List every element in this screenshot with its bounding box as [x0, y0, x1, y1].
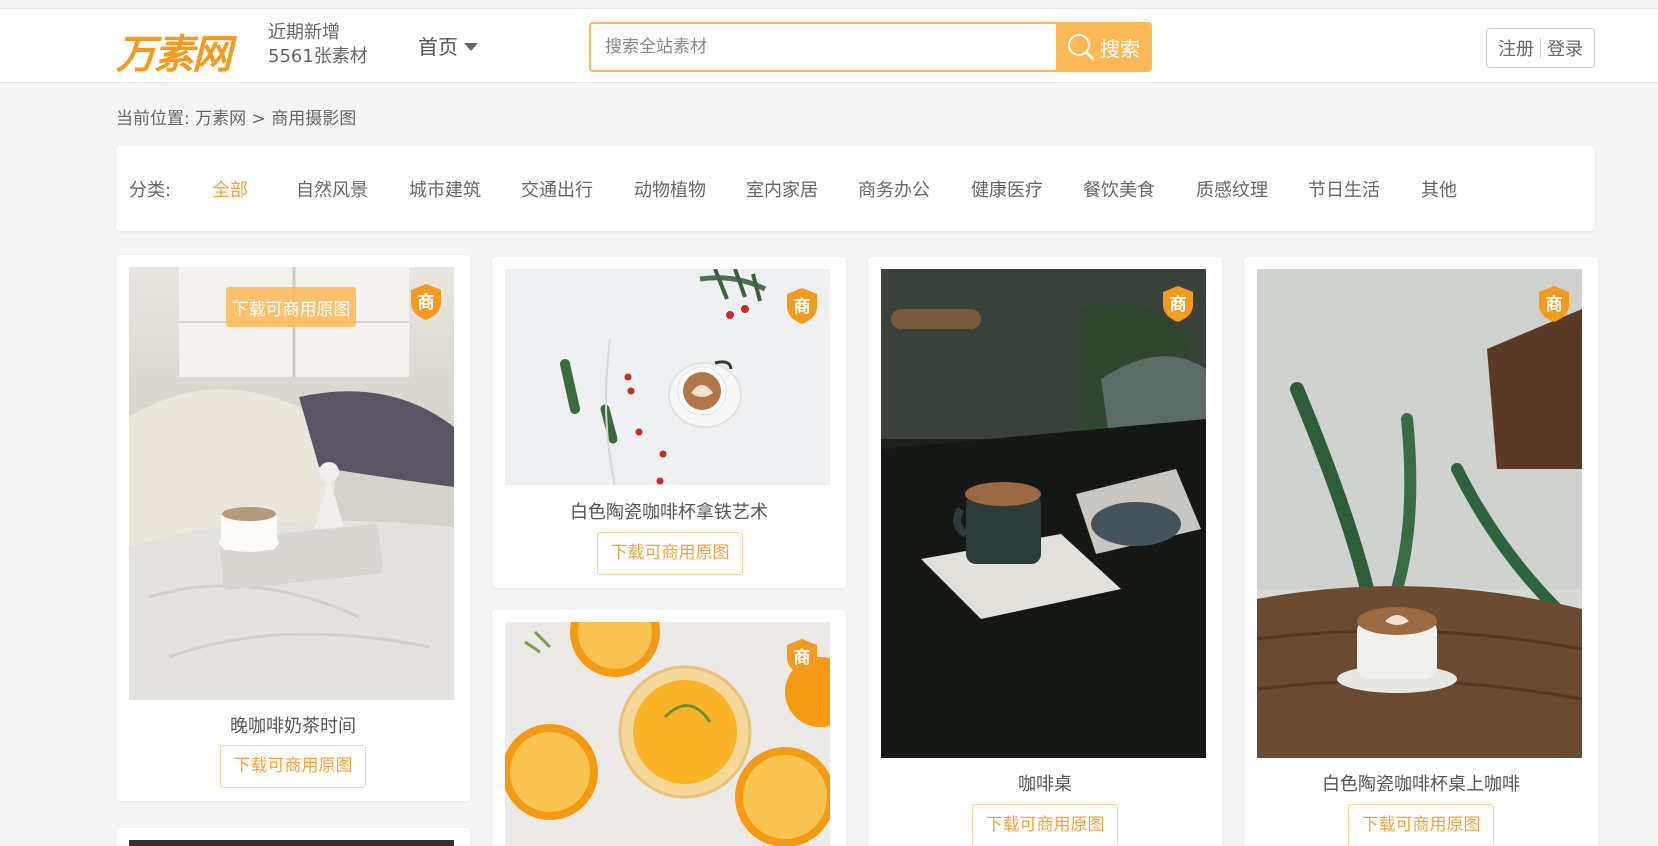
photo-card[interactable]: 商 咖啡桌 下载可商用原图 — [868, 257, 1222, 846]
commercial-badge-icon: 商 — [786, 638, 818, 676]
tagline-line1: 近期新增 — [268, 22, 340, 43]
caret-down-icon — [464, 42, 478, 51]
new-materials-tagline: 近期新增 5561张素材 — [268, 21, 368, 69]
category-transport[interactable]: 交通出行 — [521, 176, 593, 202]
breadcrumb: 当前位置: 万素网 > 商用摄影图 — [116, 104, 356, 129]
search-button[interactable]: 搜索 — [1056, 24, 1150, 70]
site-header: 万素网 近期新增 5561张素材 首页 搜索 注册 登录 — [0, 8, 1658, 83]
breadcrumb-site[interactable]: 万素网 — [195, 109, 246, 129]
photo-oranges[interactable] — [505, 622, 830, 846]
category-festival[interactable]: 节日生活 — [1308, 176, 1380, 202]
category-food[interactable]: 餐饮美食 — [1083, 176, 1155, 202]
category-animals-plants[interactable]: 动物植物 — [634, 176, 706, 202]
commercial-badge-icon: 商 — [410, 283, 442, 321]
photo-title[interactable]: 晚咖啡奶茶时间 — [116, 712, 470, 738]
photo-coffee-wood-table[interactable] — [1257, 269, 1582, 758]
category-texture[interactable]: 质感纹理 — [1196, 176, 1268, 202]
breadcrumb-current: 商用摄影图 — [271, 109, 357, 129]
category-all[interactable]: 全部 — [212, 176, 248, 202]
nav-home-dropdown[interactable]: 首页 — [418, 31, 478, 60]
register-link[interactable]: 注册 — [1498, 35, 1534, 61]
photo-coffee-table[interactable] — [881, 269, 1206, 758]
commercial-badge-icon: 商 — [786, 287, 818, 325]
hover-download-button[interactable]: 下载可商用原图 — [226, 287, 356, 327]
photo-white-coffee-cup[interactable] — [505, 269, 830, 485]
category-city[interactable]: 城市建筑 — [409, 176, 481, 202]
breadcrumb-sep: > — [251, 109, 266, 129]
search-icon — [1068, 34, 1095, 61]
photo-title[interactable]: 咖啡桌 — [868, 770, 1222, 796]
photo-card[interactable]: 商 白色陶瓷咖啡杯桌上咖啡 下载可商用原图 — [1244, 257, 1598, 846]
nav-home-label: 首页 — [418, 35, 458, 59]
badge-text: 商 — [794, 296, 811, 317]
login-link[interactable]: 登录 — [1547, 35, 1583, 61]
top-strip — [0, 0, 1658, 8]
photo-bed-coffee[interactable] — [129, 267, 454, 700]
site-logo[interactable]: 万素网 — [116, 22, 232, 80]
photo-card[interactable] — [116, 828, 470, 846]
photo-card[interactable]: 商 下载可商用原图 晚咖啡奶茶时间 下载可商用原图 — [116, 255, 470, 801]
photo-card[interactable]: 商 — [492, 610, 846, 846]
badge-text: 商 — [1170, 294, 1187, 315]
category-business[interactable]: 商务办公 — [858, 176, 930, 202]
category-health[interactable]: 健康医疗 — [971, 176, 1043, 202]
search-input[interactable] — [591, 24, 1057, 70]
category-filter-bar: 分类: 全部 自然风景 城市建筑 交通出行 动物植物 室内家居 商务办公 健康医… — [116, 146, 1595, 231]
download-button[interactable]: 下载可商用原图 — [972, 804, 1118, 846]
photo-card[interactable]: 商 白色陶瓷咖啡杯拿铁艺术 下载可商用原图 — [492, 257, 846, 588]
breadcrumb-prefix: 当前位置: — [116, 109, 190, 129]
category-other[interactable]: 其他 — [1421, 176, 1457, 202]
badge-text: 商 — [1546, 294, 1563, 315]
tagline-line2: 5561张素材 — [268, 46, 368, 67]
photo-title[interactable]: 白色陶瓷咖啡杯拿铁艺术 — [492, 498, 846, 524]
category-interior[interactable]: 室内家居 — [746, 176, 818, 202]
download-button[interactable]: 下载可商用原图 — [1348, 804, 1494, 846]
search-bar: 搜索 — [589, 22, 1152, 72]
photo-partial[interactable] — [129, 840, 454, 846]
commercial-badge-icon: 商 — [1538, 285, 1570, 323]
category-label: 分类: — [129, 180, 172, 201]
download-button[interactable]: 下载可商用原图 — [597, 532, 743, 575]
auth-box: 注册 登录 — [1486, 28, 1595, 68]
auth-divider — [1540, 38, 1541, 58]
category-nature[interactable]: 自然风景 — [296, 176, 368, 202]
search-button-label: 搜索 — [1100, 36, 1140, 61]
commercial-badge-icon: 商 — [1162, 285, 1194, 323]
download-button[interactable]: 下载可商用原图 — [220, 745, 366, 788]
photo-title[interactable]: 白色陶瓷咖啡杯桌上咖啡 — [1244, 770, 1598, 796]
badge-text: 商 — [794, 647, 811, 668]
badge-text: 商 — [418, 292, 435, 313]
